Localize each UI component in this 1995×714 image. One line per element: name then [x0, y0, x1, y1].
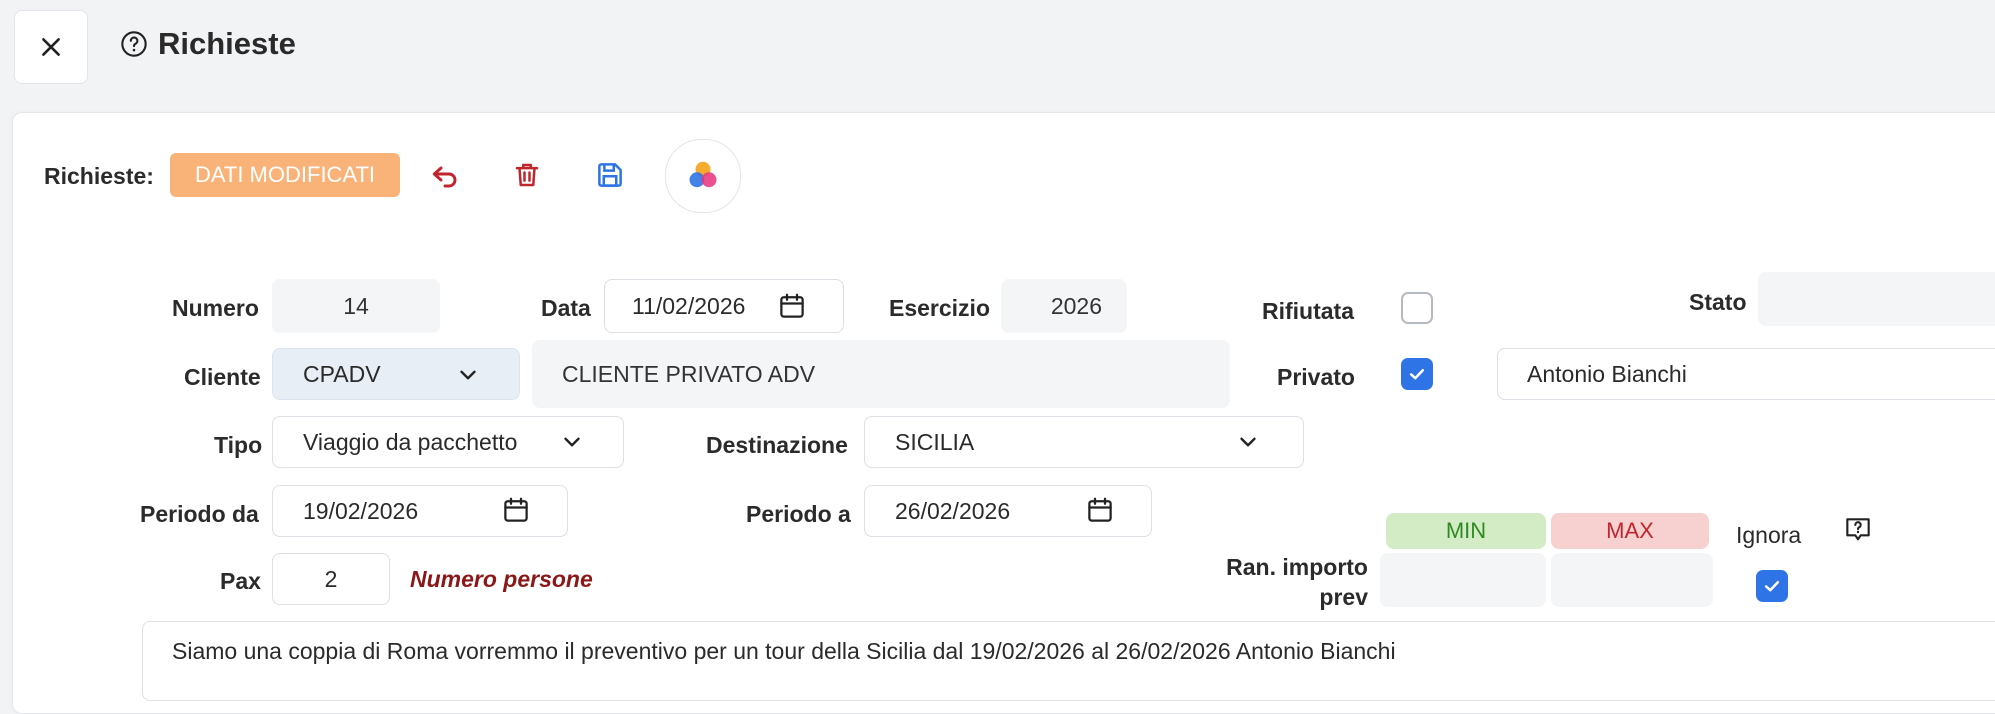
max-header: MAX — [1551, 513, 1709, 549]
close-button[interactable] — [14, 10, 88, 84]
privato-name-field[interactable]: Antonio Bianchi — [1497, 348, 1995, 400]
pax-label: Pax — [220, 568, 261, 594]
periodo-da-label: Periodo da — [140, 501, 259, 527]
close-icon — [42, 38, 60, 56]
notes-textarea[interactable]: Siamo una coppia di Roma vorremmo il pre… — [142, 621, 1995, 701]
stato-label: Stato — [1689, 289, 1747, 315]
max-value-field[interactable] — [1551, 553, 1713, 607]
trash-icon — [515, 163, 539, 187]
privato-checkbox[interactable] — [1401, 358, 1433, 390]
delete-button[interactable] — [507, 155, 547, 195]
data-date-value: 11/02/2026 — [632, 292, 746, 319]
help-bubble-icon[interactable] — [1842, 514, 1874, 546]
save-button[interactable] — [590, 155, 630, 195]
chevron-down-icon — [1240, 437, 1256, 447]
pax-field[interactable]: 2 — [272, 553, 390, 605]
periodo-a-value: 26/02/2026 — [895, 497, 1011, 524]
chevron-down-icon — [460, 370, 476, 380]
help-circle-icon[interactable] — [120, 30, 148, 58]
color-palette-icon — [689, 161, 717, 188]
cliente-label: Cliente — [184, 364, 261, 390]
periodo-a-field[interactable]: 26/02/2026 — [864, 485, 1152, 537]
data-date-field[interactable]: 11/02/2026 — [604, 279, 844, 333]
range-label: Ran. importo prev — [1200, 552, 1368, 612]
calendar-icon[interactable] — [1085, 495, 1115, 525]
tipo-label: Tipo — [214, 432, 263, 458]
min-header: MIN — [1386, 513, 1546, 549]
min-value-field[interactable] — [1380, 553, 1546, 607]
numero-field: 14 — [272, 279, 440, 333]
esercizio-label: Esercizio — [889, 295, 990, 321]
check-icon — [1764, 581, 1780, 592]
stato-field — [1758, 272, 1995, 326]
range-label-line2: prev — [1319, 584, 1368, 610]
calendar-icon[interactable] — [777, 291, 807, 321]
title-wrap: Richieste — [120, 26, 296, 62]
floppy-disk-icon — [598, 163, 622, 187]
periodo-a-label: Periodo a — [746, 501, 851, 527]
page-title: Richieste — [158, 26, 296, 61]
numero-label: Numero — [172, 295, 259, 321]
color-palette-button[interactable] — [665, 139, 741, 213]
calendar-icon[interactable] — [501, 495, 531, 525]
tipo-value: Viaggio da pacchetto — [303, 428, 518, 455]
toolbar-label: Richieste: — [44, 163, 154, 189]
esercizio-field: 2026 — [1001, 279, 1127, 333]
tipo-select[interactable]: Viaggio da pacchetto — [272, 416, 624, 468]
cliente-select[interactable]: CPADV — [272, 348, 520, 400]
ignora-checkbox[interactable] — [1756, 570, 1788, 602]
cliente-name-field: CLIENTE PRIVATO ADV — [532, 340, 1230, 408]
cliente-code: CPADV — [303, 360, 381, 387]
check-icon — [1409, 369, 1425, 380]
range-label-line1: Ran. importo — [1226, 554, 1368, 580]
rifiutata-label: Rifiutata — [1262, 298, 1354, 324]
chevron-down-icon — [564, 437, 580, 447]
undo-icon — [432, 166, 457, 188]
privato-label: Privato — [1277, 364, 1355, 390]
destinazione-select[interactable]: SICILIA — [864, 416, 1304, 468]
destinazione-label: Destinazione — [706, 432, 848, 458]
data-label: Data — [541, 295, 591, 321]
pax-note: Numero persone — [410, 566, 593, 592]
undo-button[interactable] — [425, 156, 465, 196]
periodo-da-field[interactable]: 19/02/2026 — [272, 485, 568, 537]
periodo-da-value: 19/02/2026 — [303, 497, 419, 524]
destinazione-value: SICILIA — [895, 428, 975, 455]
status-badge: DATI MODIFICATI — [170, 153, 400, 197]
rifiutata-checkbox[interactable] — [1401, 292, 1433, 324]
ignora-label: Ignora — [1736, 522, 1802, 548]
window-header: Richieste — [0, 0, 1995, 110]
